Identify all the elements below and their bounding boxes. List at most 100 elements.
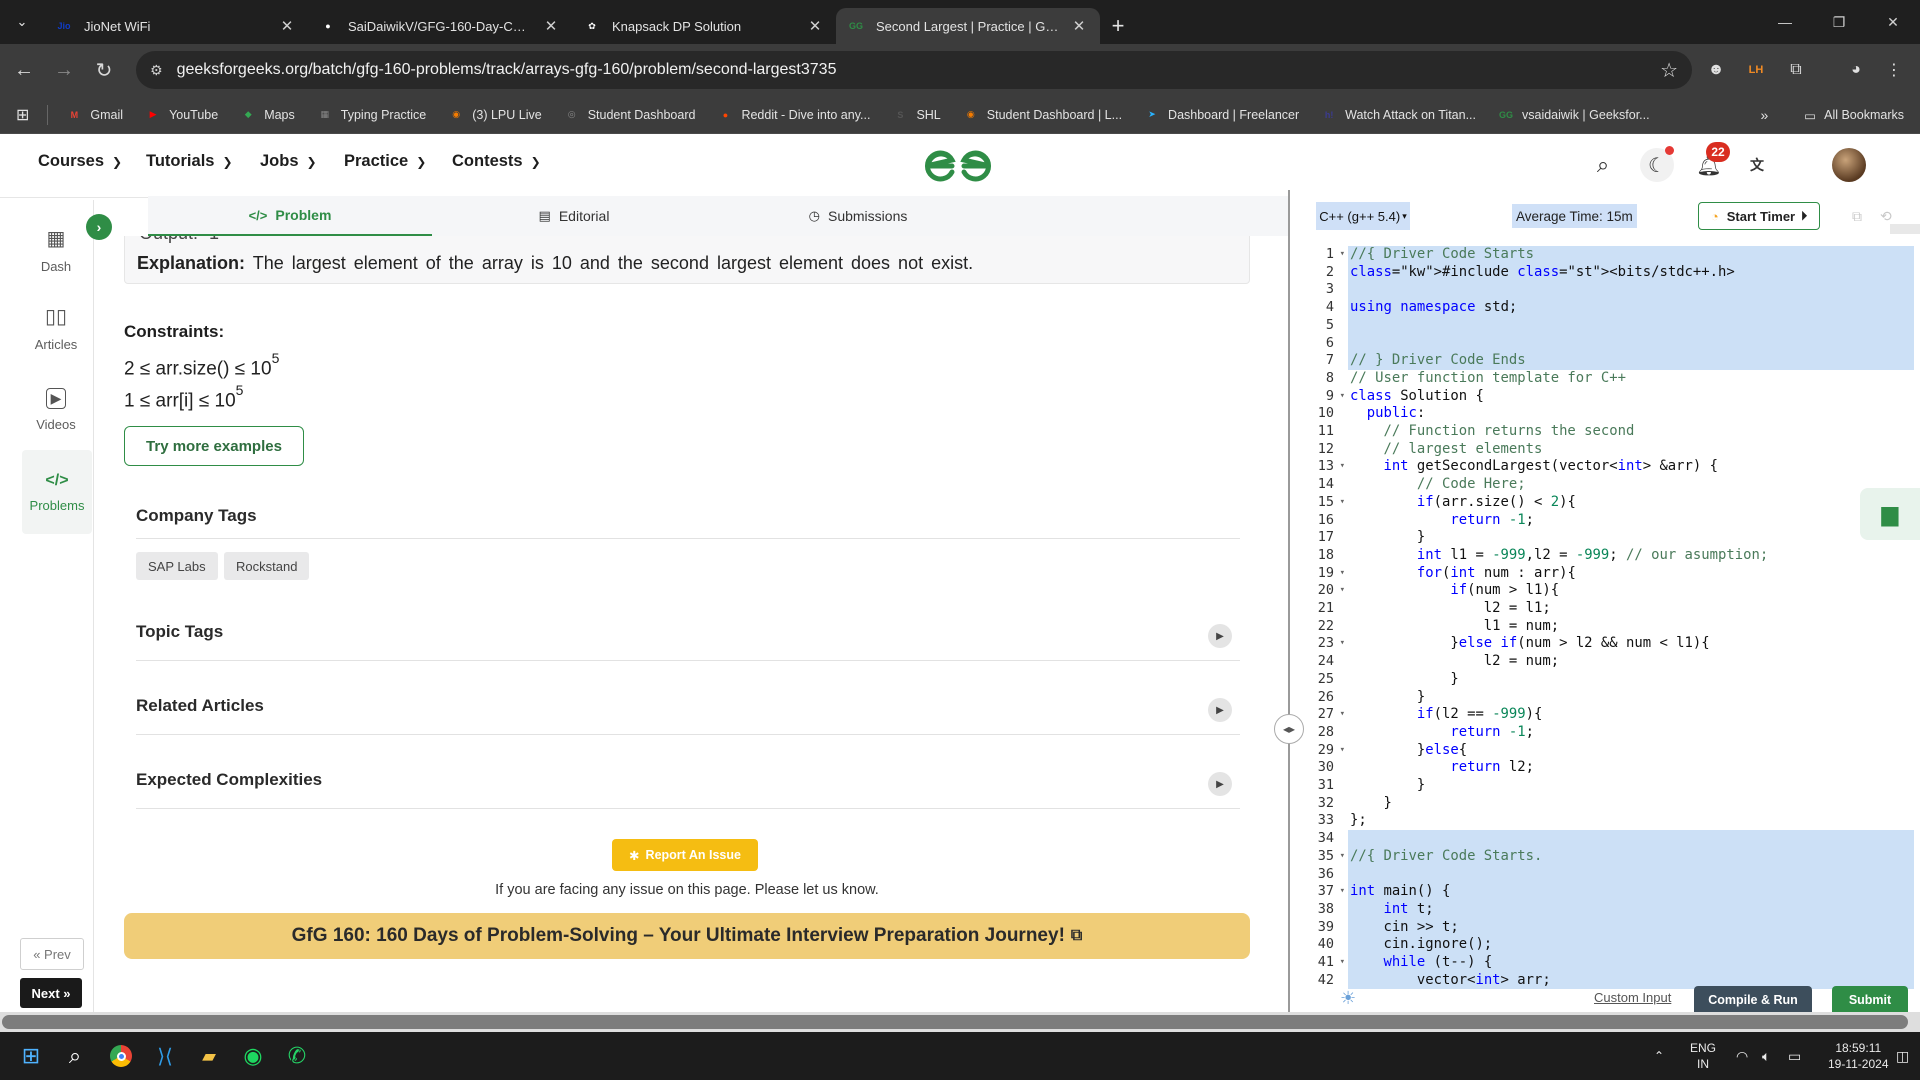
code-line[interactable]: int l1 = -999,l2 = -999; // our asumptio… [1348,547,1914,565]
code-line[interactable]: class="kw">#include class="st"><bits/std… [1348,264,1914,282]
code-line[interactable]: // largest elements [1348,441,1914,459]
bookmark-item[interactable]: ◆ Maps [240,107,295,123]
browser-tab[interactable]: Jio JioNet WiFi ✕ [44,8,308,44]
volume-icon[interactable]: 🔈︎ [1762,1032,1770,1080]
gfg-logo[interactable] [922,144,994,188]
custom-input-link[interactable]: Custom Input [1594,990,1671,1005]
bookmark-item[interactable]: ➤ Dashboard | Freelancer [1144,107,1299,123]
tab-close-icon[interactable]: ✕ [542,17,560,35]
tab-close-icon[interactable]: ✕ [1070,17,1088,35]
related-articles-title[interactable]: Related Articles [136,696,264,716]
code-line[interactable]: public: [1348,405,1914,423]
tab-search-chevron-icon[interactable]: ⌄ [0,0,44,44]
site-info-icon[interactable]: ⚙ [150,62,163,79]
bookmark-star-icon[interactable]: ☆ [1660,58,1678,83]
whatsapp-icon[interactable]: ✆ [282,1041,312,1071]
expand-arrow-icon[interactable]: ▶ [1208,698,1232,722]
code-line[interactable]: } [1348,777,1914,795]
company-tag[interactable]: SAP Labs [136,552,218,580]
user-avatar[interactable] [1832,148,1866,182]
try-more-examples-button[interactable]: Try more examples [124,426,304,466]
apps-grid-icon[interactable]: ⊞ [16,105,29,125]
code-line[interactable] [1348,317,1914,335]
code-area[interactable]: //{ Driver Code Starts class="kw">#includ… [1348,246,1914,992]
browser-menu-icon[interactable]: ⋮ [1880,56,1908,84]
code-line[interactable]: class Solution { [1348,388,1914,406]
notification-center-icon[interactable]: ◫ [1896,1032,1909,1080]
chat-icon[interactable]: ▆ [1860,488,1920,540]
bookmark-item[interactable]: ◉ (3) LPU Live [448,107,541,123]
extension-icon-1[interactable]: ☻ [1702,56,1730,84]
bookmark-item[interactable]: ◎ Student Dashboard [564,107,696,123]
wifi-icon[interactable]: ◠ [1736,1032,1748,1080]
language-select[interactable]: C++ (g++ 5.4) ▾ [1316,202,1410,230]
code-line[interactable]: //{ Driver Code Starts [1348,246,1914,264]
code-line[interactable]: }; [1348,812,1914,830]
profile-avatar-icon[interactable]: ◕ [1842,56,1870,84]
clock[interactable]: 18:59:11 19-11-2024 [1828,1032,1889,1080]
code-line[interactable]: return -1; [1348,512,1914,530]
reload-icon[interactable]: ↻ [84,50,124,90]
menu-tutorials[interactable]: Tutorials ❯ [146,152,233,171]
code-line[interactable]: } [1348,671,1914,689]
code-line[interactable]: using namespace std; [1348,299,1914,317]
code-line[interactable]: // Function returns the second [1348,423,1914,441]
sidebar-item-videos[interactable]: ▶ Videos [22,374,90,446]
expand-arrow-icon[interactable]: ▶ [1208,772,1232,796]
code-line[interactable] [1348,335,1914,353]
code-line[interactable]: for(int num : arr){ [1348,565,1914,583]
restore-icon[interactable]: ❐ [1812,0,1866,44]
bookmark-item[interactable]: M Gmail [66,107,123,123]
code-line[interactable]: if(l2 == -999){ [1348,706,1914,724]
windows-start-icon[interactable]: ⊞ [16,1041,46,1071]
expected-complexities-title[interactable]: Expected Complexities [136,770,322,790]
browser-tab[interactable]: ✿ Knapsack DP Solution ✕ [572,8,836,44]
more-bookmarks-chevron-icon[interactable]: » [1761,107,1769,123]
bookmark-item[interactable]: h! Watch Attack on Titan... [1321,107,1476,123]
code-line[interactable]: l2 = num; [1348,653,1914,671]
code-line[interactable]: int main() { [1348,883,1914,901]
tab-submissions[interactable]: ◷ Submissions [716,196,1000,236]
translate-icon[interactable]: 文 [1740,148,1774,182]
bookmark-item[interactable]: GG vsaidaiwik | Geeksfor... [1498,107,1650,123]
sidebar-item-articles[interactable]: ▯▯ Articles [22,292,90,364]
search-icon[interactable]: ⌕ [1586,148,1620,182]
code-line[interactable]: if(num > l1){ [1348,582,1914,600]
new-tab-button[interactable]: + [1100,8,1136,44]
language-indicator[interactable]: ENG IN [1690,1032,1716,1080]
code-line[interactable]: } [1348,689,1914,707]
next-button[interactable]: Next » [20,978,82,1008]
sidebar-item-problems[interactable]: </> Problems [22,450,92,534]
close-window-icon[interactable]: ✕ [1866,0,1920,44]
code-line[interactable] [1348,830,1914,848]
compile-run-button[interactable]: Compile & Run [1694,986,1812,1014]
resize-handle-icon[interactable]: ◂▸ [1274,714,1304,744]
extension-icon-2[interactable]: LH [1742,56,1770,84]
extensions-puzzle-icon[interactable]: ⧉ [1782,56,1810,84]
code-line[interactable]: // } Driver Code Ends [1348,352,1914,370]
code-line[interactable]: l2 = l1; [1348,600,1914,618]
sidebar-item-dash[interactable]: ▦ Dash [22,214,90,286]
submit-button[interactable]: Submit [1832,986,1908,1014]
code-line[interactable]: cin.ignore(); [1348,936,1914,954]
code-line[interactable] [1348,866,1914,884]
code-line[interactable]: }else if(num > l2 && num < l1){ [1348,635,1914,653]
tab-editorial[interactable]: ▤ Editorial [432,196,716,236]
code-line[interactable]: while (t--) { [1348,954,1914,972]
code-line[interactable]: int getSecondLargest(vector<int> &arr) { [1348,458,1914,476]
back-arrow-icon[interactable]: ← [4,50,44,90]
gfg160-banner[interactable]: GfG 160: 160 Days of Problem-Solving – Y… [124,913,1250,959]
browser-tab[interactable]: ● SaiDaiwikV/GFG-160-Day-Challen… ✕ [308,8,572,44]
code-line[interactable]: return l2; [1348,759,1914,777]
horizontal-scrollbar[interactable] [0,1012,1920,1032]
topic-tags-title[interactable]: Topic Tags [136,622,223,642]
tab-close-icon[interactable]: ✕ [278,17,296,35]
all-bookmarks[interactable]: » ▭ All Bookmarks [1761,96,1905,134]
bookmark-item[interactable]: ◉ Student Dashboard | L... [963,107,1122,123]
tab-problem[interactable]: </> Problem [148,196,432,236]
company-tag[interactable]: Rockstand [224,552,310,580]
code-line[interactable]: }else{ [1348,742,1914,760]
code-line[interactable] [1348,281,1914,299]
code-line[interactable]: } [1348,795,1914,813]
scrollbar-thumb[interactable] [2,1015,1908,1029]
